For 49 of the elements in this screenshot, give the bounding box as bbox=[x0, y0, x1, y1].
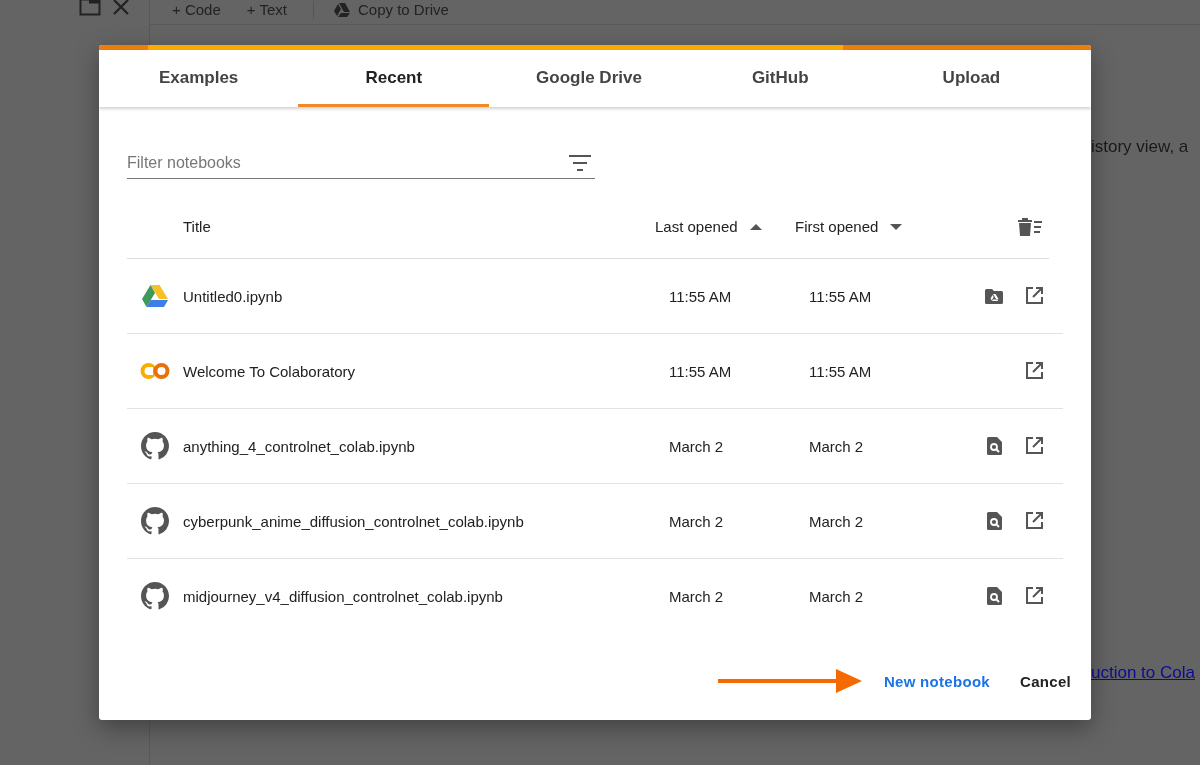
delete-icon[interactable] bbox=[1017, 216, 1043, 237]
notebook-title[interactable]: cyberpunk_anime_diffusion_controlnet_colab.ipynb bbox=[183, 512, 669, 530]
tab[interactable]: GitHub bbox=[684, 50, 876, 107]
window-icon[interactable] bbox=[79, 0, 101, 17]
date-cell-text: 11:55 AM bbox=[669, 287, 733, 305]
body-text: istory view, a bbox=[1091, 137, 1190, 157]
close-icon[interactable] bbox=[111, 0, 131, 17]
drive-folder-icon[interactable] bbox=[985, 288, 1003, 304]
open-in-new-icon[interactable] bbox=[1025, 512, 1043, 530]
cancel-button[interactable]: Cancel bbox=[1012, 664, 1079, 698]
new-notebook-button[interactable]: New notebook bbox=[875, 664, 998, 698]
notebook-title[interactable]: Welcome To Colaboratory bbox=[183, 362, 669, 380]
tab[interactable]: Examples bbox=[103, 50, 295, 107]
date-cell-text: March 2 bbox=[669, 437, 725, 455]
date-cell-text: 11:55 AM bbox=[809, 287, 873, 305]
date-cell-text: March 2 bbox=[809, 437, 865, 455]
tab[interactable]: Recent bbox=[298, 50, 490, 107]
drive-icon bbox=[333, 3, 350, 17]
file-search-icon[interactable] bbox=[986, 512, 1002, 530]
table-row[interactable]: cyberpunk_anime_diffusion_controlnet_colab.ipynb March 2 March 2 bbox=[127, 484, 1063, 559]
drive-icon bbox=[142, 285, 168, 307]
column-header[interactable]: Last opened bbox=[655, 218, 795, 235]
table-row[interactable]: anything_4_controlnet_colab.ipynb March 2 March 2 bbox=[127, 409, 1063, 484]
date-cell-text: March 2 bbox=[809, 512, 865, 530]
notebook-title[interactable]: Untitled0.ipynb bbox=[183, 287, 669, 305]
open-in-new-icon[interactable] bbox=[1025, 287, 1043, 305]
open-in-new-icon[interactable] bbox=[1025, 437, 1043, 455]
notebook-title[interactable]: anything_4_controlnet_colab.ipynb bbox=[183, 437, 669, 455]
tab[interactable]: Upload bbox=[875, 50, 1067, 107]
tab[interactable]: Google Drive bbox=[493, 50, 685, 107]
column-header[interactable]: First opened bbox=[795, 218, 935, 235]
github-icon bbox=[141, 507, 169, 535]
github-icon bbox=[141, 582, 169, 610]
file-search-icon[interactable] bbox=[986, 437, 1002, 455]
date-cell-text: March 2 bbox=[669, 587, 725, 605]
table-row[interactable]: midjourney_v4_diffusion_controlnet_colab.ipynb March 2 March 2 bbox=[127, 559, 1063, 633]
notebook-title[interactable]: midjourney_v4_diffusion_controlnet_colab.ipynb bbox=[183, 587, 669, 605]
date-cell-text: March 2 bbox=[809, 587, 865, 605]
table-row[interactable]: Untitled0.ipynb 11:55 AM 11:55 AM bbox=[127, 259, 1063, 334]
date-cell-text: 11:55 AM bbox=[669, 362, 733, 380]
file-search-icon[interactable] bbox=[986, 587, 1002, 605]
date-cell-text: March 2 bbox=[669, 512, 725, 530]
colab-logo-icon bbox=[140, 363, 170, 379]
github-icon bbox=[141, 432, 169, 460]
open-in-new-icon[interactable] bbox=[1025, 362, 1043, 380]
date-cell-text: 11:55 AM bbox=[809, 362, 873, 380]
filter-icon[interactable] bbox=[569, 155, 591, 171]
open-in-new-icon[interactable] bbox=[1025, 587, 1043, 605]
table-row[interactable]: Welcome To Colaboratory 11:55 AM 11:55 AM bbox=[127, 334, 1063, 409]
